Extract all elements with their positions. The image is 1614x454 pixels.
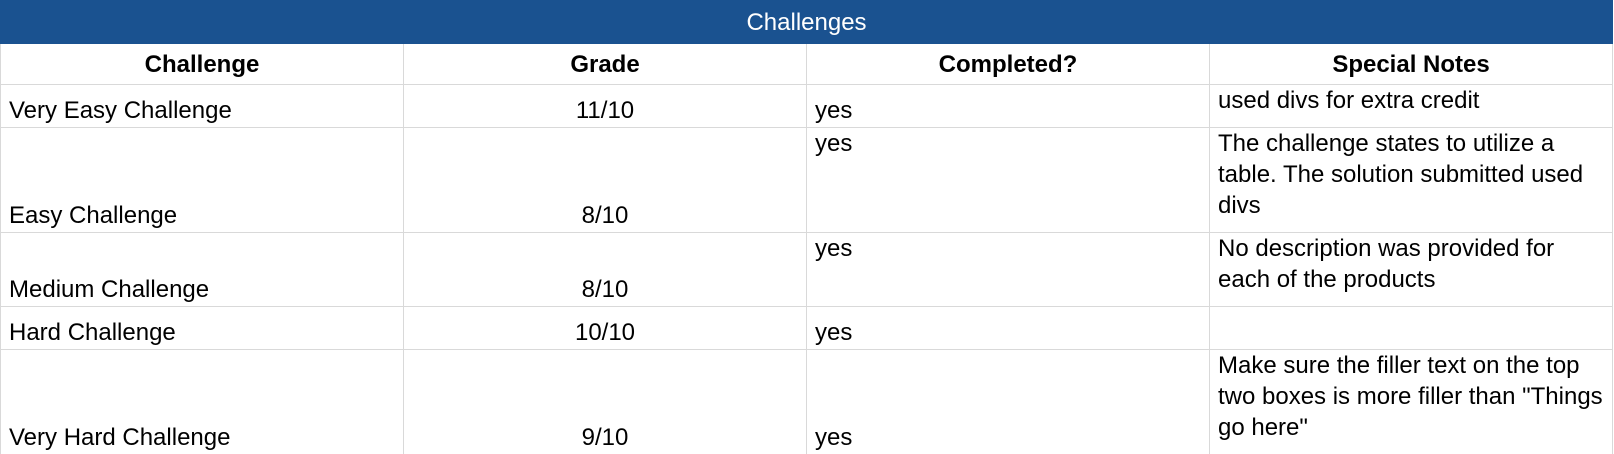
notes-cell[interactable]: No description was provided for each of … — [1208, 232, 1614, 307]
title-row: Challenges — [0, 0, 1614, 44]
table-row: Easy Challenge 8/10 yes The challenge st… — [0, 127, 1614, 233]
grade-cell[interactable]: 8/10 — [403, 127, 807, 233]
challenge-cell[interactable]: Very Easy Challenge — [0, 84, 404, 128]
table-title[interactable]: Challenges — [0, 0, 1614, 44]
grade-cell[interactable]: 10/10 — [403, 306, 807, 350]
column-header-completed[interactable]: Completed? — [806, 43, 1210, 85]
table-row: Medium Challenge 8/10 yes No description… — [0, 232, 1614, 307]
challenges-table: Challenges Challenge Grade Completed? Sp… — [0, 0, 1614, 454]
completed-cell[interactable]: yes — [806, 349, 1210, 454]
notes-cell[interactable] — [1208, 306, 1614, 350]
header-row: Challenge Grade Completed? Special Notes — [0, 43, 1614, 85]
completed-cell[interactable]: yes — [806, 232, 1210, 307]
challenge-cell[interactable]: Easy Challenge — [0, 127, 404, 233]
spreadsheet-grid: Challenges Challenge Grade Completed? Sp… — [0, 0, 1614, 454]
completed-cell[interactable]: yes — [806, 84, 1210, 128]
column-header-challenge[interactable]: Challenge — [0, 43, 404, 85]
column-header-special-notes[interactable]: Special Notes — [1208, 43, 1614, 85]
challenge-cell[interactable]: Hard Challenge — [0, 306, 404, 350]
grade-cell[interactable]: 8/10 — [403, 232, 807, 307]
grade-cell[interactable]: 9/10 — [403, 349, 807, 454]
table-row: Very Hard Challenge 9/10 yes Make sure t… — [0, 349, 1614, 454]
challenge-cell[interactable]: Medium Challenge — [0, 232, 404, 307]
table-row: Hard Challenge 10/10 yes — [0, 306, 1614, 350]
notes-cell[interactable]: The challenge states to utilize a table.… — [1208, 127, 1614, 233]
completed-cell[interactable]: yes — [806, 127, 1210, 233]
grade-cell[interactable]: 11/10 — [403, 84, 807, 128]
notes-cell[interactable]: Make sure the filler text on the top two… — [1208, 349, 1614, 454]
table-row: Very Easy Challenge 11/10 yes used divs … — [0, 84, 1614, 128]
completed-cell[interactable]: yes — [806, 306, 1210, 350]
challenge-cell[interactable]: Very Hard Challenge — [0, 349, 404, 454]
notes-cell[interactable]: used divs for extra credit — [1208, 84, 1614, 128]
column-header-grade[interactable]: Grade — [403, 43, 807, 85]
